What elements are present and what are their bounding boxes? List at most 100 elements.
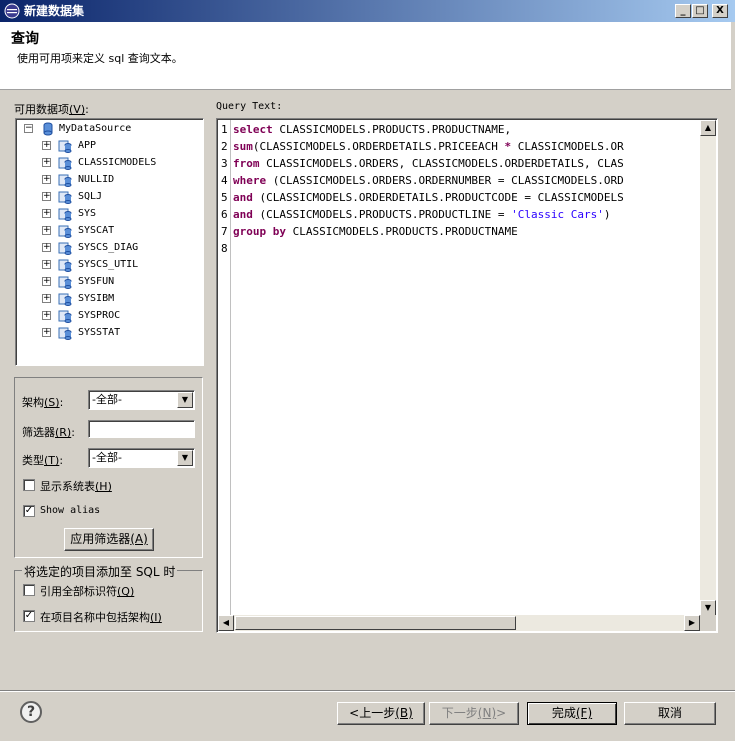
line-number: 1	[221, 123, 228, 136]
tree-schema-row[interactable]: + SYSIBM	[16, 291, 202, 307]
tree-schema-row[interactable]: + APP	[16, 138, 202, 154]
show-system-tables-mnemonic: (H)	[95, 480, 112, 493]
scroll-right-icon[interactable]: ▶	[684, 615, 700, 631]
scroll-up-icon[interactable]: ▲	[700, 120, 716, 136]
line-number: 7	[221, 225, 228, 238]
tree-schema-label: SQLJ	[78, 191, 103, 202]
schema-icon	[58, 276, 72, 289]
filter-input[interactable]	[88, 420, 195, 438]
dropdown-arrow-icon[interactable]: ▼	[177, 392, 193, 408]
sql-keyword: and	[233, 208, 253, 221]
schema-icon	[58, 310, 72, 323]
sql-keyword: and	[233, 191, 253, 204]
filter-label: 筛选器(R):	[22, 424, 75, 440]
close-button[interactable]: X	[712, 4, 728, 18]
next-mnemonic: (N)	[477, 706, 497, 720]
type-label: 类型(T):	[22, 452, 63, 468]
tree-schema-label: SYSSTAT	[78, 327, 121, 338]
tree-schema-row[interactable]: + CLASSICMODELS	[16, 155, 202, 171]
schema-icon	[58, 293, 72, 306]
next-button[interactable]: 下一步(N)>	[429, 702, 519, 725]
collapse-icon[interactable]: −	[24, 124, 33, 133]
horizontal-scrollbar[interactable]: ◀ ▶	[218, 615, 700, 631]
dropdown-arrow-icon[interactable]: ▼	[177, 450, 193, 466]
line-number: 5	[221, 191, 228, 204]
schema-icon	[58, 157, 72, 170]
schema-label-colon: :	[59, 396, 64, 409]
tree-schema-row[interactable]: + SQLJ	[16, 189, 202, 205]
tree-schema-row[interactable]: + SYSCAT	[16, 223, 202, 239]
tree-root-row[interactable]: − MyDataSource	[16, 121, 202, 137]
tree-schema-row[interactable]: + SYS	[16, 206, 202, 222]
title-bar: 新建数据集 _ □ X	[0, 0, 735, 22]
finish-mnemonic: (F)	[575, 706, 593, 720]
type-label-mnemonic: (T)	[44, 454, 60, 467]
code-line: sum(CLASSICMODELS.ORDERDETAILS.PRICEEACH…	[233, 138, 624, 155]
eclipse-icon	[4, 3, 20, 19]
sql-keyword: select	[233, 123, 273, 136]
schema-icon	[58, 191, 72, 204]
scroll-down-icon[interactable]: ▼	[700, 600, 716, 616]
vertical-scrollbar[interactable]: ▲ ▼	[700, 120, 716, 616]
horizontal-scroll-thumb[interactable]	[235, 616, 516, 630]
tree-schema-label: SYSIBM	[78, 293, 115, 304]
apply-filter-mnemonic: (A)	[130, 532, 148, 546]
show-alias-checkbox[interactable]: ✓	[23, 505, 35, 517]
tree-schema-label: SYSFUN	[78, 276, 115, 287]
tree-schema-row[interactable]: + SYSCS_UTIL	[16, 257, 202, 273]
expand-icon[interactable]: +	[42, 226, 51, 235]
code-line: from CLASSICMODELS.ORDERS, CLASSICMODELS…	[233, 155, 624, 172]
line-number: 6	[221, 208, 228, 221]
maximize-button[interactable]: □	[692, 4, 708, 18]
help-icon[interactable]: ?	[20, 701, 42, 723]
sql-keyword: where	[233, 174, 267, 187]
quote-identifiers-checkbox[interactable]	[23, 584, 35, 596]
show-system-tables-checkbox[interactable]	[23, 479, 35, 491]
apply-filter-button[interactable]: 应用筛选器(A)	[64, 528, 154, 551]
type-select[interactable]: -全部- ▼	[88, 448, 195, 468]
expand-icon[interactable]: +	[42, 158, 51, 167]
schema-icon	[58, 259, 72, 272]
expand-icon[interactable]: +	[42, 311, 51, 320]
include-schema-mnemonic: (I)	[150, 611, 162, 624]
show-alias-label: Show alias	[40, 505, 101, 516]
tree-schema-label: NULLID	[78, 174, 115, 185]
expand-icon[interactable]: +	[42, 175, 51, 184]
footer-separator	[0, 690, 735, 692]
code-text: )	[603, 208, 611, 221]
window-title: 新建数据集	[24, 4, 85, 18]
expand-icon[interactable]: +	[42, 192, 51, 201]
tree-schema-row[interactable]: + SYSPROC	[16, 308, 202, 324]
expand-icon[interactable]: +	[42, 260, 51, 269]
expand-icon[interactable]: +	[42, 141, 51, 150]
page-description: 使用可用项来定义 sql 查询文本。	[17, 52, 183, 65]
include-schema-checkbox[interactable]: ✓	[23, 610, 35, 622]
expand-icon[interactable]: +	[42, 277, 51, 286]
filter-label-colon: :	[71, 426, 75, 439]
available-items-colon: :	[85, 103, 89, 116]
expand-icon[interactable]: +	[42, 328, 51, 337]
tree-schema-row[interactable]: + SYSCS_DIAG	[16, 240, 202, 256]
show-system-tables-label: 显示系统表(H)	[40, 478, 112, 494]
minimize-button[interactable]: _	[675, 4, 691, 18]
back-button[interactable]: <上一步(B)	[337, 702, 425, 725]
scroll-left-icon[interactable]: ◀	[218, 615, 234, 631]
expand-icon[interactable]: +	[42, 209, 51, 218]
tree-schema-row[interactable]: + SYSFUN	[16, 274, 202, 290]
schema-icon	[58, 140, 72, 153]
tree-schema-label: SYSCAT	[78, 225, 115, 236]
code-text: (CLASSICMODELS.PRODUCTS.PRODUCTLINE =	[252, 208, 512, 221]
data-source-tree[interactable]: − MyDataSource + APP + CLASSICMODELS + NULLID…	[15, 118, 204, 366]
back-text: <上一步	[349, 706, 396, 720]
expand-icon[interactable]: +	[42, 243, 51, 252]
show-system-tables-text: 显示系统表	[40, 480, 95, 493]
query-editor[interactable]: 1 select CLASSICMODELS.PRODUCTS.PRODUCTNA…	[216, 118, 718, 633]
schema-select[interactable]: -全部- ▼	[88, 390, 195, 410]
tree-schema-row[interactable]: + NULLID	[16, 172, 202, 188]
tree-schema-row[interactable]: + SYSSTAT	[16, 325, 202, 341]
cancel-button[interactable]: 取消	[624, 702, 716, 725]
expand-icon[interactable]: +	[42, 294, 51, 303]
code-line: and (CLASSICMODELS.ORDERDETAILS.PRODUCTC…	[233, 189, 624, 206]
finish-button[interactable]: 完成(F)	[527, 702, 617, 725]
schema-icon	[58, 242, 72, 255]
